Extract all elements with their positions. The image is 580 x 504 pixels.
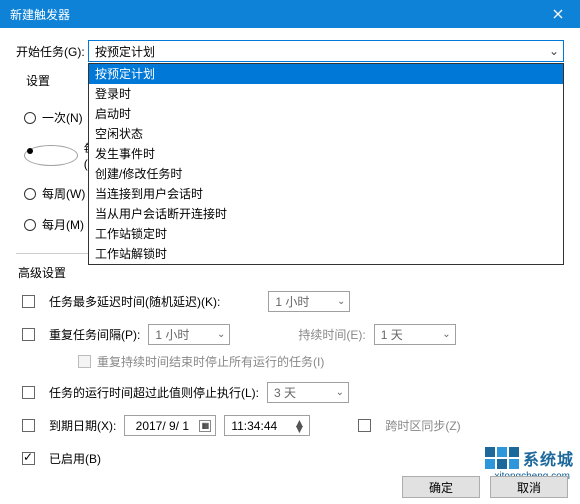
delay-checkbox[interactable] — [22, 295, 35, 308]
ok-button[interactable]: 确定 — [402, 476, 480, 498]
expire-label: 到期日期(X): — [49, 417, 116, 434]
delay-label: 任务最多延迟时间(随机延迟)(K): — [49, 293, 220, 310]
radio-label: 每周(W) — [42, 185, 85, 202]
radio-icon — [24, 188, 36, 200]
window-title: 新建触发器 — [10, 6, 70, 23]
begin-task-combo[interactable]: 按预定计划 ⌄ 按预定计划 登录时 启动时 空闲状态 发生事件时 创建/修改任务… — [88, 40, 564, 62]
dropdown-item[interactable]: 启动时 — [89, 104, 563, 124]
dropdown-item[interactable]: 当连接到用户会话时 — [89, 184, 563, 204]
repeat-label: 重复任务间隔(P): — [49, 326, 140, 343]
duration-select[interactable]: 1 天 ⌄ — [374, 324, 456, 345]
radio-label: 每月(M) — [42, 216, 84, 233]
repeat-select[interactable]: 1 小时 ⌄ — [148, 324, 230, 345]
begin-task-label: 开始任务(G): — [16, 43, 88, 60]
close-icon — [553, 9, 563, 19]
delay-select[interactable]: 1 小时 ⌄ — [268, 291, 350, 312]
dropdown-item[interactable]: 创建/修改任务时 — [89, 164, 563, 184]
dropdown-item[interactable]: 工作站锁定时 — [89, 224, 563, 244]
stop-select[interactable]: 3 天 ⌄ — [267, 382, 349, 403]
repeat-stop-checkbox — [78, 355, 91, 368]
chevron-down-icon: ⌄ — [337, 296, 345, 307]
dropdown-item[interactable]: 工作站解锁时 — [89, 244, 563, 264]
begin-task-value: 按预定计划 — [95, 43, 155, 60]
delay-value: 1 小时 — [275, 293, 309, 310]
expire-time-field[interactable]: 11:34:44 ▲▼ — [224, 415, 310, 436]
chevron-down-icon: ⌄ — [442, 329, 450, 340]
dropdown-item[interactable]: 登录时 — [89, 84, 563, 104]
chevron-down-icon: ⌄ — [549, 44, 559, 58]
repeat-value: 1 小时 — [155, 326, 189, 343]
radio-label: 一次(N) — [42, 109, 83, 126]
close-button[interactable] — [535, 0, 580, 28]
calendar-icon: ▦ — [199, 420, 211, 432]
duration-value: 1 天 — [381, 326, 403, 343]
advanced-title: 高级设置 — [18, 264, 564, 281]
cancel-button[interactable]: 取消 — [490, 476, 568, 498]
chevron-down-icon: ⌄ — [336, 387, 344, 398]
dropdown-item[interactable]: 空闲状态 — [89, 124, 563, 144]
expire-checkbox[interactable] — [22, 419, 35, 432]
chevron-down-icon: ⌄ — [217, 329, 225, 340]
titlebar: 新建触发器 — [0, 0, 580, 28]
repeat-stop-label: 重复持续时间结束时停止所有运行的任务(I) — [97, 353, 324, 370]
dropdown-item[interactable]: 按预定计划 — [89, 64, 563, 84]
begin-task-dropdown: 按预定计划 登录时 启动时 空闲状态 发生事件时 创建/修改任务时 当连接到用户… — [88, 63, 564, 265]
dropdown-item[interactable]: 发生事件时 — [89, 144, 563, 164]
stop-label: 任务的运行时间超过此值则停止执行(L): — [49, 384, 259, 401]
enabled-checkbox[interactable] — [22, 452, 35, 465]
expire-date-value: 2017/ 9/ 1 — [129, 419, 195, 433]
spinner-icon[interactable]: ▲▼ — [293, 420, 307, 432]
expire-tz-checkbox[interactable] — [358, 419, 371, 432]
expire-date-field[interactable]: 2017/ 9/ 1 ▦ — [124, 415, 216, 436]
enabled-label: 已启用(B) — [49, 450, 101, 467]
duration-label: 持续时间(E): — [298, 326, 365, 343]
expire-tz-label: 跨时区同步(Z) — [385, 417, 460, 434]
radio-icon — [24, 219, 36, 231]
expire-time-value: 11:34:44 — [231, 419, 277, 433]
repeat-checkbox[interactable] — [22, 328, 35, 341]
radio-icon — [24, 112, 36, 124]
radio-icon — [24, 145, 78, 166]
stop-checkbox[interactable] — [22, 386, 35, 399]
stop-value: 3 天 — [274, 384, 296, 401]
dropdown-item[interactable]: 当从用户会话断开连接时 — [89, 204, 563, 224]
